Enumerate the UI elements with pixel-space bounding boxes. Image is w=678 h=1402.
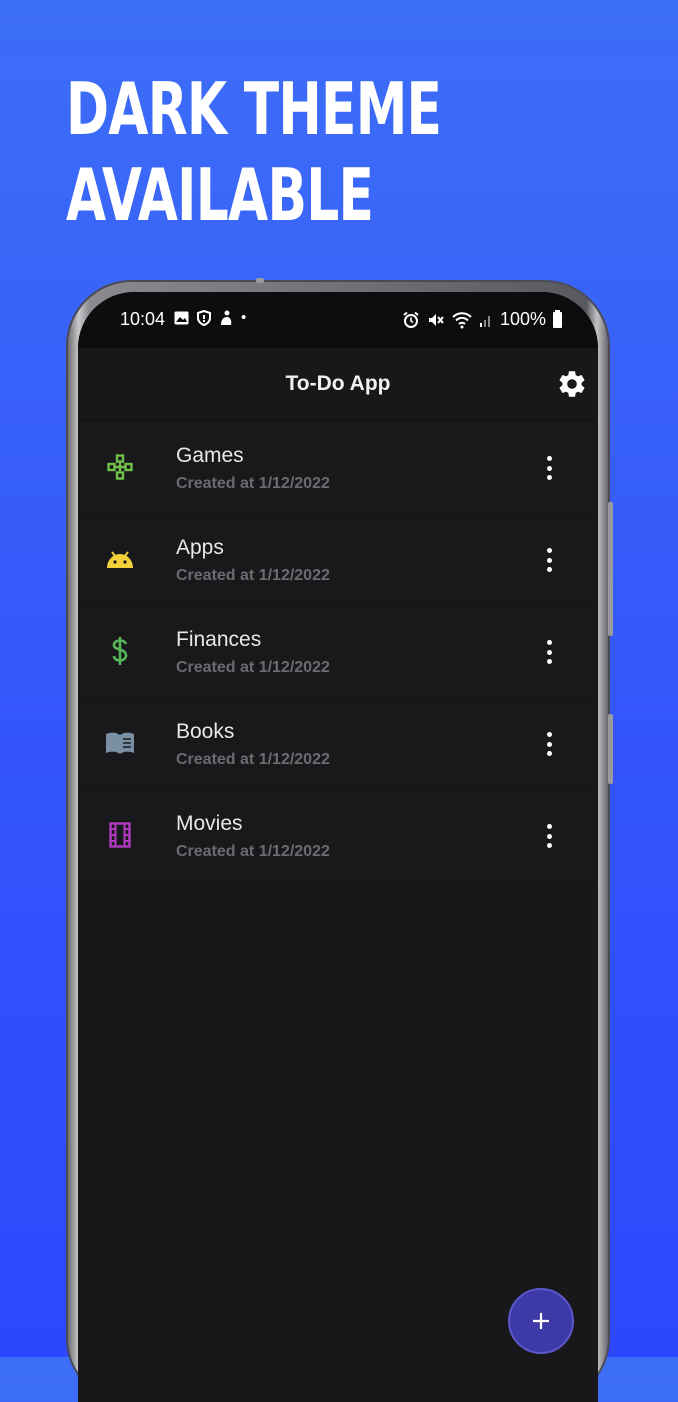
list-item-title: Finances — [176, 628, 262, 651]
app-notification-icon — [221, 310, 232, 325]
list-item-movies[interactable]: Movies Created at 1/12/2022 — [78, 790, 598, 882]
app-bar: To-Do App — [78, 348, 598, 421]
phone-top-notch — [256, 278, 264, 283]
headline-line-1: DARK THEME — [66, 67, 442, 151]
list-item-subtitle: Created at 1/12/2022 — [176, 475, 330, 492]
battery-icon — [553, 309, 562, 328]
more-options-icon[interactable] — [544, 824, 554, 848]
list-item-title: Movies — [176, 812, 243, 835]
status-bar: 10:04 • 100% — [78, 292, 598, 348]
todo-list: Games Created at 1/12/2022 Apps Created … — [78, 422, 598, 882]
list-item-subtitle: Created at 1/12/2022 — [176, 659, 330, 676]
battery-percent: 100% — [499, 309, 546, 329]
list-item-finances[interactable]: Finances Created at 1/12/2022 — [78, 606, 598, 698]
more-options-icon[interactable] — [544, 640, 554, 664]
more-options-icon[interactable] — [544, 548, 554, 572]
status-notification-icons: • — [174, 309, 246, 326]
dollar-icon — [104, 635, 136, 667]
more-options-icon[interactable] — [544, 456, 554, 480]
list-item-apps[interactable]: Apps Created at 1/12/2022 — [78, 514, 598, 606]
list-item-games[interactable]: Games Created at 1/12/2022 — [78, 422, 598, 514]
headline-line-2: AVAILABLE — [66, 153, 374, 237]
status-time: 10:04 — [120, 309, 166, 329]
signal-icon — [479, 315, 490, 327]
app-title: To-Do App — [285, 372, 391, 395]
phone-side-button — [608, 502, 613, 636]
android-icon — [104, 543, 136, 575]
list-item-title: Books — [176, 720, 235, 743]
status-dot: • — [241, 309, 247, 326]
list-item-title: Apps — [176, 536, 224, 559]
mute-icon — [428, 313, 444, 326]
status-system-icons: 100% — [402, 309, 562, 330]
add-icon — [533, 1313, 549, 1329]
list-item-title: Games — [176, 444, 244, 467]
shield-notification-icon — [197, 309, 211, 326]
phone-frame: 10:04 • 100% To-Do App Games Created at … — [68, 278, 613, 1402]
film-icon — [104, 819, 136, 851]
settings-gear-icon[interactable] — [556, 368, 588, 400]
wifi-icon — [452, 311, 472, 328]
gamepad-icon — [104, 451, 136, 483]
add-list-button[interactable] — [508, 1288, 574, 1354]
more-options-icon[interactable] — [544, 732, 554, 756]
list-item-subtitle: Created at 1/12/2022 — [176, 843, 330, 860]
phone-screen: 10:04 • 100% To-Do App Games Created at … — [78, 292, 598, 1402]
image-notification-icon — [174, 311, 189, 324]
promo-headline: DARK THEME AVAILABLE — [66, 66, 442, 238]
book-icon — [104, 727, 136, 759]
list-item-subtitle: Created at 1/12/2022 — [176, 567, 330, 584]
alarm-icon — [403, 311, 419, 328]
list-item-books[interactable]: Books Created at 1/12/2022 — [78, 698, 598, 790]
phone-power-button — [608, 714, 613, 784]
list-item-subtitle: Created at 1/12/2022 — [176, 751, 330, 768]
